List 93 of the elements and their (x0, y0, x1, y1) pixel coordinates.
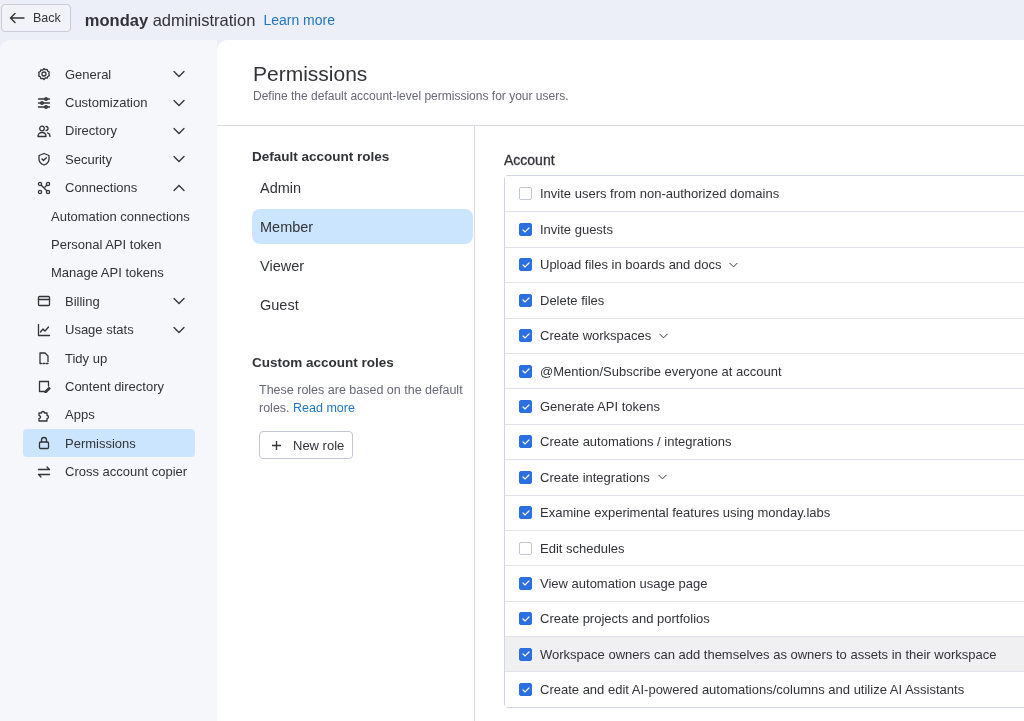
page-title: Permissions (253, 61, 369, 87)
roles-description: These roles are based on the default roles. Read more (259, 382, 464, 417)
role-item[interactable]: Member (252, 209, 473, 244)
chevron-down-icon (173, 126, 185, 135)
checkmark-icon (521, 580, 530, 587)
sidebar-item[interactable]: General (23, 60, 195, 89)
section-heading: Account (504, 152, 556, 168)
sidebar-item[interactable]: Cross account copier (23, 457, 195, 486)
sidebar-item[interactable]: Tidy up (23, 343, 195, 373)
section-heading: Default account roles (252, 149, 391, 165)
chevron-down-icon (173, 325, 185, 334)
app-title: monday administration (84, 10, 256, 30)
section-heading: Custom account roles (252, 355, 395, 371)
sliders-icon (37, 95, 51, 110)
checkbox[interactable] (519, 612, 532, 626)
people-icon (37, 123, 51, 138)
checkmark-icon (521, 615, 530, 622)
lock-icon (37, 436, 51, 451)
new-role-button[interactable]: New role (259, 431, 354, 459)
sidebar-item[interactable]: Billing (23, 287, 195, 316)
permission-label: Workspace owners can add themselves as owners to assets in their workspace (540, 646, 997, 662)
checkbox[interactable] (519, 541, 532, 555)
nodes-icon (37, 180, 51, 195)
sidebar-item[interactable]: Content directory (23, 372, 195, 401)
chevron-down-icon (173, 70, 185, 79)
sidebar-item[interactable]: Manage API tokens (23, 258, 195, 288)
checkmark-icon (521, 403, 530, 410)
back-arrow-icon (9, 12, 25, 24)
sidebar-item[interactable]: Directory (23, 116, 195, 146)
checkmark-icon (521, 509, 530, 516)
read-more-link[interactable]: Read more (293, 401, 355, 415)
plus-icon (272, 440, 281, 450)
checkmark-icon (521, 368, 530, 375)
sidebar-item[interactable]: Apps (23, 400, 195, 430)
card-icon (37, 294, 51, 309)
checkmark-icon (521, 332, 530, 339)
permission-label: Invite guests (540, 222, 613, 238)
checkmark-icon (521, 474, 530, 481)
checkbox[interactable] (519, 647, 532, 661)
shield-icon (37, 152, 51, 167)
permission-label: Edit schedules (540, 540, 625, 556)
permission-label: Create workspaces (540, 328, 652, 344)
sidebar-item[interactable]: Personal API token (23, 230, 195, 259)
checkmark-icon (521, 261, 530, 268)
sidebar-item[interactable]: Security (23, 145, 195, 174)
checkbox[interactable] (519, 293, 532, 307)
checkmark-icon (521, 686, 530, 693)
role-item[interactable]: Guest (252, 287, 473, 322)
gear-icon (37, 67, 51, 82)
permission-label: Create integrations (540, 469, 650, 485)
checkmark-icon (521, 226, 530, 233)
checkmark-icon (521, 651, 530, 658)
permission-label: Create projects and portfolios (540, 611, 710, 627)
swap-arrows-icon (37, 464, 51, 479)
chart-icon (37, 322, 51, 337)
sidebar-item[interactable]: Connections (23, 173, 195, 202)
chevron-down-icon (173, 98, 185, 107)
checkbox[interactable] (519, 577, 532, 590)
checkbox[interactable] (519, 187, 532, 201)
checkbox[interactable] (519, 435, 532, 449)
sidebar-item[interactable]: Automation connections (23, 201, 195, 231)
document-edit-icon (37, 379, 51, 394)
role-item[interactable]: Viewer (252, 248, 473, 283)
permission-label: View automation usage page (540, 576, 708, 591)
chevron-up-icon (173, 183, 185, 192)
checkbox[interactable] (519, 400, 532, 414)
checkmark-icon (521, 297, 530, 304)
sidebar-item[interactable]: Permissions (23, 429, 195, 458)
permission-label: Invite users from non-authorized domains (540, 186, 780, 202)
sidebar-item[interactable]: Usage stats (23, 315, 195, 344)
role-item[interactable]: Admin (252, 170, 473, 205)
sidebar-item[interactable]: Customization (23, 88, 195, 117)
checkmark-icon (521, 438, 530, 445)
permission-label: Create and edit AI-powered automations/columns and utilize AI Assistants (540, 682, 965, 698)
checkbox[interactable] (519, 506, 532, 520)
checkbox[interactable] (519, 329, 532, 343)
permission-label: Create automations / integrations (540, 434, 732, 450)
document-icon (37, 351, 51, 366)
chevron-down-icon (173, 155, 185, 164)
checkbox[interactable] (519, 223, 532, 237)
checkbox[interactable] (519, 364, 532, 378)
chevron-down-icon (173, 297, 185, 306)
permission-label: Generate API tokens (540, 399, 660, 415)
permission-label: Examine experimental features using monday.labs (540, 505, 831, 521)
permission-label: @Mention/Subscribe everyone at account (540, 363, 782, 379)
checkbox[interactable] (519, 258, 532, 272)
permission-label: Upload files in boards and docs (540, 257, 722, 273)
permission-label: Delete files (540, 292, 605, 308)
page-subtitle: Define the default account-level permissions for your users. (253, 89, 570, 103)
back-button[interactable]: Back (1, 4, 71, 32)
checkbox[interactable] (519, 470, 532, 484)
learn-more-link[interactable]: Learn more (263, 12, 335, 28)
checkbox[interactable] (519, 683, 532, 697)
